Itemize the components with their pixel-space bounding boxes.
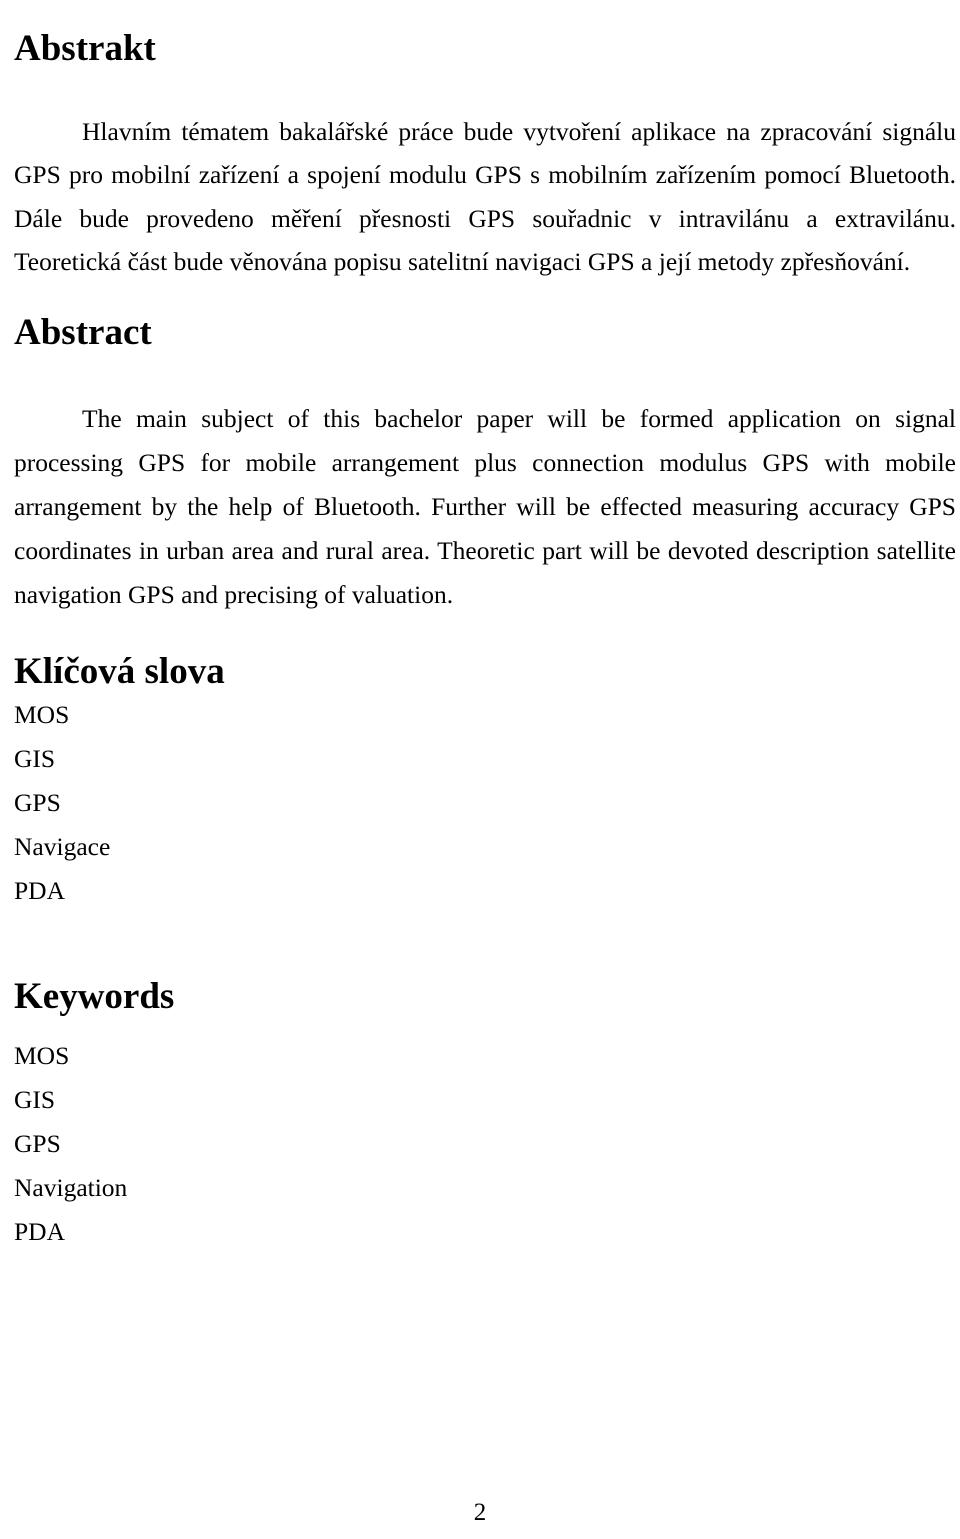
- abstract-heading: Abstract: [14, 311, 152, 353]
- keywords-heading: Keywords: [14, 975, 175, 1017]
- document-page: Abstrakt Hlavním tématem bakalářské prác…: [0, 0, 960, 1539]
- klicova-slova-list: MOS GIS GPS Navigace PDA: [14, 693, 110, 913]
- list-item: GIS: [14, 1085, 56, 1114]
- list-item: PDA: [14, 876, 66, 905]
- list-item: GIS: [14, 744, 56, 773]
- abstrakt-paragraph: Hlavním tématem bakalářské práce bude vy…: [14, 116, 956, 277]
- list-item: GPS: [14, 1129, 61, 1158]
- page-number: 2: [473, 1499, 487, 1526]
- abstrakt-heading: Abstrakt: [14, 27, 156, 69]
- keywords-list: MOS GIS GPS Navigation PDA: [14, 1034, 127, 1254]
- list-item: Navigation: [14, 1173, 128, 1202]
- list-item: MOS: [14, 700, 70, 729]
- list-item: GPS: [14, 788, 61, 817]
- list-item: MOS: [14, 1041, 70, 1070]
- klicova-slova-heading: Klíčová slova: [14, 650, 225, 692]
- list-item: PDA: [14, 1217, 66, 1246]
- list-item: Navigace: [14, 832, 111, 861]
- abstract-paragraph: The main subject of this bachelor paper …: [14, 403, 956, 609]
